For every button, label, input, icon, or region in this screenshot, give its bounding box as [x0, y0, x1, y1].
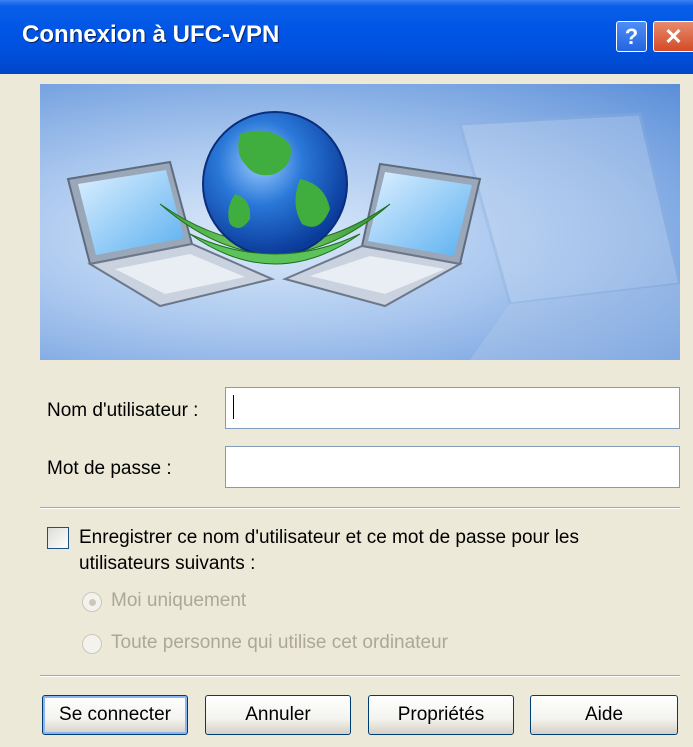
password-label: Mot de passe :: [47, 458, 172, 479]
radio-me-only[interactable]: [82, 592, 102, 612]
connection-banner-image: [40, 84, 680, 360]
cancel-button[interactable]: Annuler: [205, 695, 351, 735]
text-caret: [233, 395, 234, 419]
close-icon[interactable]: ✕: [653, 21, 693, 52]
connect-button[interactable]: Se connecter: [42, 695, 188, 735]
username-label: Nom d'utilisateur :: [47, 400, 199, 421]
separator: [40, 507, 680, 509]
help-icon[interactable]: ?: [616, 21, 647, 52]
window-title: Connexion à UFC-VPN: [22, 21, 280, 48]
separator: [40, 675, 680, 677]
help-button[interactable]: Aide: [530, 695, 678, 735]
username-field[interactable]: [225, 387, 680, 429]
radio-me-only-label[interactable]: Moi uniquement: [111, 590, 246, 612]
title-bar[interactable]: Connexion à UFC-VPN ? ✕: [0, 0, 693, 74]
save-credentials-checkbox[interactable]: [47, 527, 69, 549]
save-credentials-label[interactable]: Enregistrer ce nom d'utilisateur et ce m…: [79, 525, 669, 577]
properties-button[interactable]: Propriétés: [368, 695, 514, 735]
network-globe-icon: [66, 111, 680, 360]
radio-anyone-label[interactable]: Toute personne qui utilise cet ordinateu…: [111, 632, 448, 654]
radio-anyone[interactable]: [82, 634, 102, 654]
password-field[interactable]: [225, 446, 680, 488]
radio-selected-dot: [89, 599, 96, 606]
